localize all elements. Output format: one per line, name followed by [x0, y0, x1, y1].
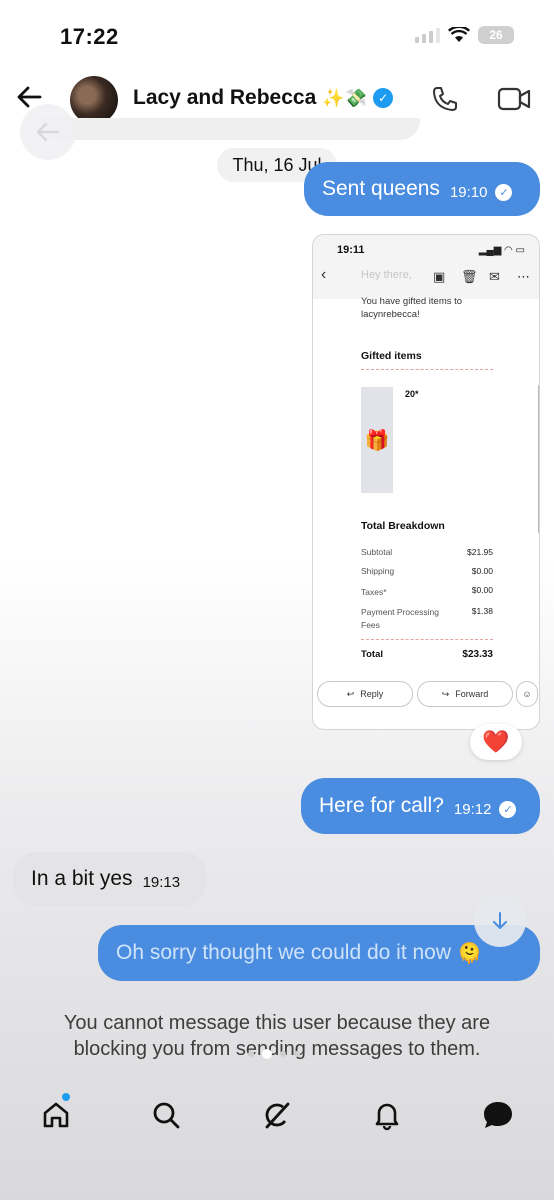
total-label: Total — [361, 649, 383, 660]
breakdown-heading: Total Breakdown — [361, 520, 445, 532]
floating-back-button[interactable] — [20, 104, 76, 160]
message-bubble[interactable]: In a bit yes 19:13 — [13, 852, 207, 906]
search-icon — [153, 1102, 180, 1129]
screenshot-greeting: Hey there, — [361, 269, 412, 281]
breakdown-label: Shipping — [361, 566, 395, 576]
message-bubble[interactable]: Sent queens 19:10 ✓ — [304, 162, 540, 216]
mail-icon: ✉ — [489, 269, 500, 284]
total-value: $23.33 — [462, 649, 493, 660]
wifi-icon — [448, 27, 470, 42]
grok-icon — [265, 1102, 290, 1129]
screenshot-intro: You have gifted items to lacynrebecca! — [361, 296, 463, 320]
message-time: 19:13 — [142, 873, 181, 891]
status-time: 17:22 — [60, 24, 119, 49]
conversation-title[interactable]: Lacy and Rebecca ✨💸 ✓ — [133, 86, 394, 110]
message-bubble[interactable]: Here for call? 19:12 ✓ — [301, 778, 540, 834]
phone-call-icon[interactable] — [430, 84, 460, 114]
page-indicator — [248, 1049, 300, 1059]
emoji-button: ☺ — [516, 681, 538, 707]
breakdown-value: $0.00 — [471, 585, 493, 595]
battery-icon: 26 — [478, 26, 514, 44]
gift-icon: 🎁 — [364, 429, 390, 452]
arrow-down-icon — [493, 912, 507, 929]
message-text: In a bit yes — [31, 867, 133, 890]
gift-image: 🎁 — [361, 387, 393, 493]
status-icons: 26 — [415, 26, 514, 44]
screenshot-scrollbar — [538, 385, 539, 533]
more-icon: ⋯ — [517, 269, 530, 284]
screenshot-time: 19:11 — [337, 244, 365, 256]
message-text: Oh sorry thought we could do it now — [116, 941, 452, 964]
breakdown-value: $1.38 — [471, 606, 493, 616]
shared-screenshot[interactable]: 19:11 ▂▄▆ ◠ ▭ ‹ Hey there, ▣ 🗑 ✉ ⋯ You h… — [312, 234, 540, 730]
forward-label: Forward — [455, 689, 489, 699]
message-text: Here for call? — [319, 794, 444, 817]
breakdown-value: $0.00 — [471, 566, 493, 576]
video-call-icon[interactable] — [497, 86, 531, 112]
reply-label: Reply — [360, 689, 384, 699]
scroll-to-bottom-button[interactable] — [474, 895, 526, 947]
notification-dot — [62, 1093, 70, 1101]
messages-icon — [484, 1102, 512, 1128]
archive-icon: ▣ — [433, 269, 446, 284]
breakdown-label: Taxes* — [361, 587, 387, 597]
divider — [361, 369, 493, 370]
forward-icon: ↪ — [441, 688, 450, 699]
nav-notifications[interactable] — [367, 1095, 407, 1135]
home-icon — [43, 1102, 69, 1128]
screenshot-status-icons: ▂▄▆ ◠ ▭ — [478, 245, 525, 256]
signal-icon — [415, 27, 440, 43]
title-emoji: ✨💸 — [322, 87, 368, 108]
message-time: 19:10 — [449, 183, 488, 201]
nav-messages[interactable] — [478, 1095, 518, 1135]
nav-home[interactable] — [36, 1095, 76, 1135]
title-text: Lacy and Rebecca — [133, 86, 317, 109]
divider — [361, 639, 493, 640]
verified-badge-icon: ✓ — [373, 88, 394, 108]
message-bubble[interactable]: Oh sorry thought we could do it now 🫠 — [98, 925, 540, 981]
back-arrow-icon — [36, 122, 60, 142]
reply-button: ↩ Reply — [317, 681, 413, 707]
breakdown-label: Payment Processing Fees — [361, 607, 439, 630]
notifications-icon — [375, 1103, 399, 1131]
breakdown-label: Subtotal — [361, 547, 393, 557]
gifted-heading: Gifted items — [361, 350, 422, 362]
message-text: Sent queens — [322, 177, 440, 200]
message-emoji: 🫠 — [457, 942, 482, 965]
nav-grok[interactable] — [257, 1095, 297, 1135]
read-check-icon: ✓ — [499, 800, 517, 818]
read-check-icon: ✓ — [495, 183, 513, 201]
breakdown-value: $21.95 — [467, 547, 493, 557]
screenshot-back-icon: ‹ — [321, 266, 327, 283]
gift-quantity: 20* — [405, 389, 419, 399]
reply-icon: ↩ — [346, 688, 355, 699]
previous-message-bubble — [40, 118, 420, 140]
avatar[interactable] — [70, 76, 118, 124]
nav-search[interactable] — [146, 1095, 186, 1135]
forward-button: ↪ Forward — [417, 681, 513, 707]
heart-reaction[interactable]: ❤️ — [470, 724, 522, 760]
message-time: 19:12 — [453, 800, 492, 818]
trash-icon: 🗑 — [461, 269, 478, 284]
